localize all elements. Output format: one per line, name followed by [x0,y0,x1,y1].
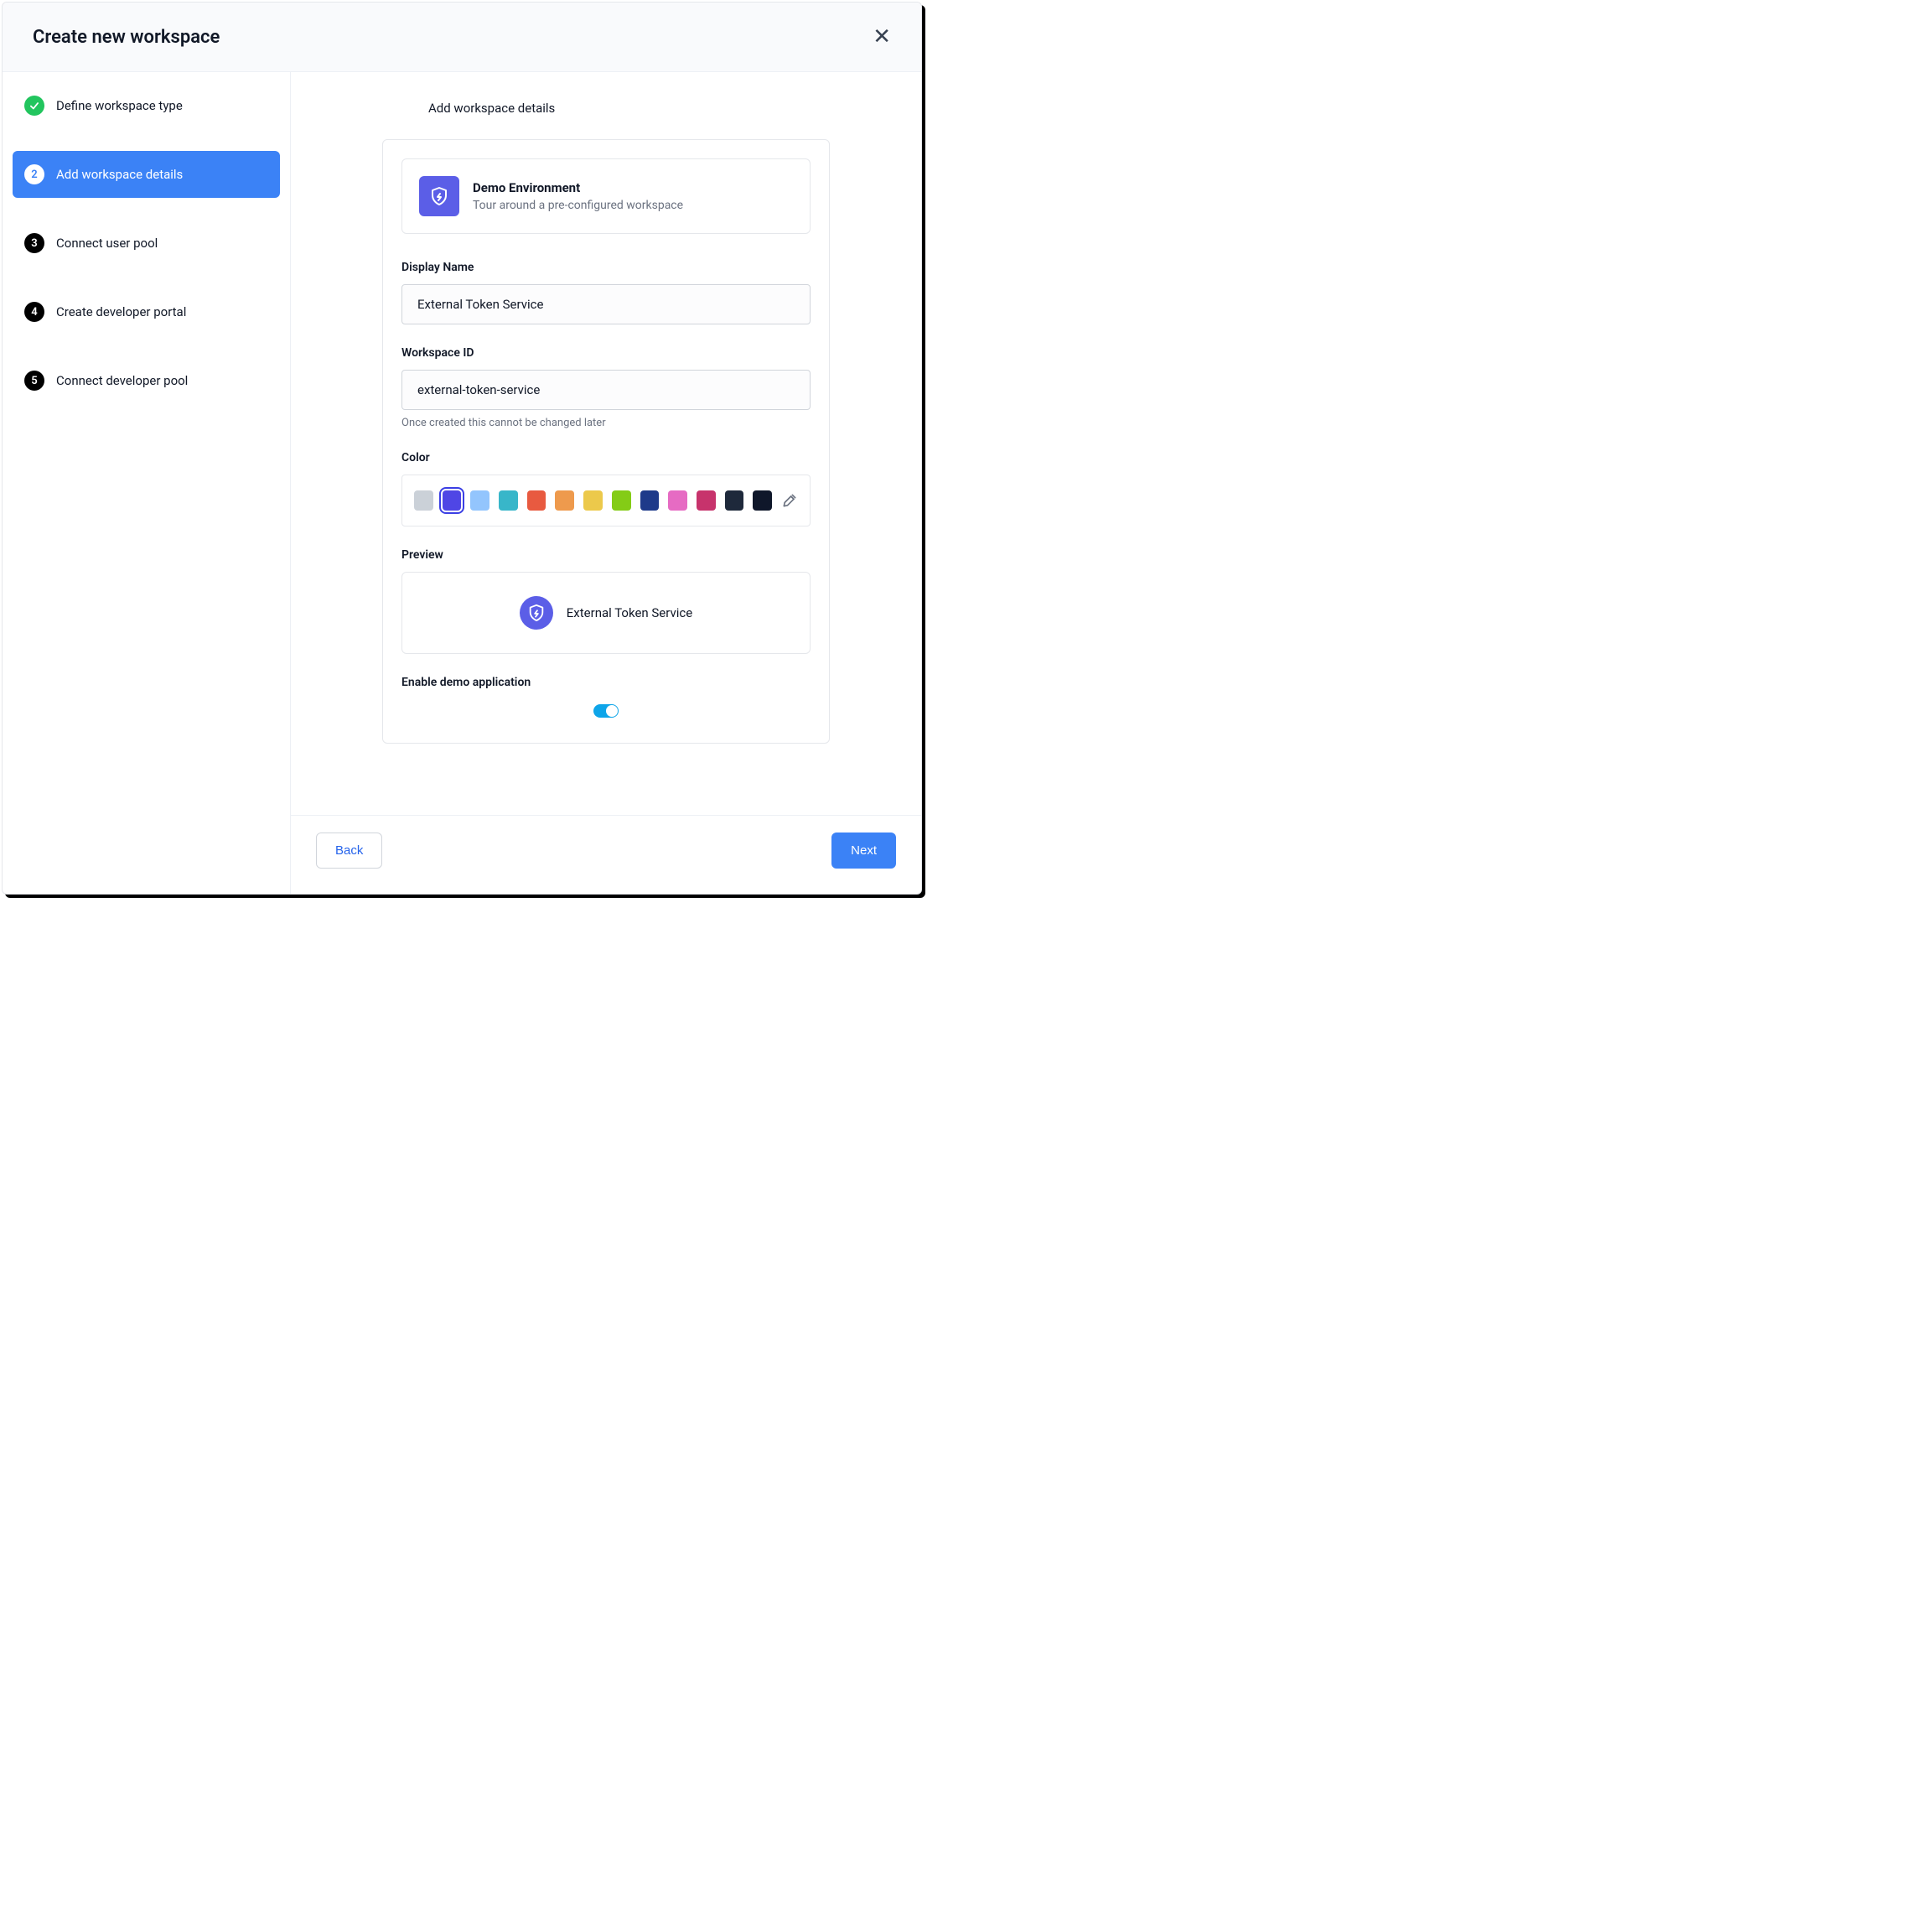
color-swatch[interactable] [555,490,574,511]
step-number-icon: 5 [24,371,44,391]
color-swatch[interactable] [443,490,462,511]
color-swatch[interactable] [725,490,744,511]
environment-title: Demo Environment [473,180,683,195]
workspace-id-input[interactable] [401,370,811,410]
display-name-input[interactable] [401,284,811,324]
wizard-step-4[interactable]: 4 Create developer portal [13,288,280,335]
wizard-step-label: Connect user pool [56,236,158,251]
preview-name: External Token Service [567,605,692,620]
wizard-step-label: Connect developer pool [56,373,188,388]
enable-demo-toggle[interactable] [593,704,619,718]
close-icon[interactable]: ✕ [873,26,891,48]
color-swatch[interactable] [668,490,687,511]
modal-header: Create new workspace ✕ [3,3,921,72]
step-number-icon: 3 [24,233,44,253]
color-swatch[interactable] [612,490,631,511]
color-swatch[interactable] [753,490,772,511]
color-swatch[interactable] [414,490,433,511]
section-title: Add workspace details [428,101,888,116]
step-number-icon: 4 [24,302,44,322]
next-button[interactable]: Next [831,833,896,869]
color-swatch[interactable] [697,490,716,511]
wizard-step-label: Define workspace type [56,98,183,113]
preview-label: Preview [401,548,811,562]
color-swatch[interactable] [499,490,518,511]
environment-subtitle: Tour around a pre-configured workspace [473,199,683,212]
shield-icon [520,596,553,630]
color-picker [401,475,811,526]
wizard-step-2[interactable]: 2 Add workspace details [13,151,280,198]
environment-card[interactable]: Demo Environment Tour around a pre-confi… [401,158,811,234]
wizard-steps-sidebar: Define workspace type 2 Add workspace deta… [3,72,291,894]
enable-demo-label: Enable demo application [401,676,811,689]
color-swatch[interactable] [583,490,603,511]
color-swatch[interactable] [640,490,660,511]
create-workspace-modal: Create new workspace ✕ Define workspace … [2,2,922,895]
wizard-step-5[interactable]: 5 Connect developer pool [13,357,280,404]
wizard-step-label: Add workspace details [56,167,183,182]
workspace-id-label: Workspace ID [401,346,811,360]
wizard-step-1[interactable]: Define workspace type [13,82,280,129]
eyedropper-icon[interactable] [781,492,798,509]
back-button[interactable]: Back [316,833,382,869]
color-label: Color [401,451,811,464]
workspace-id-helper: Once created this cannot be changed late… [401,417,811,429]
workspace-form: Demo Environment Tour around a pre-confi… [382,139,830,744]
modal-title: Create new workspace [33,27,220,48]
check-icon [24,96,44,116]
color-swatch[interactable] [470,490,489,511]
wizard-step-3[interactable]: 3 Connect user pool [13,220,280,267]
wizard-step-label: Create developer portal [56,304,186,319]
preview-box: External Token Service [401,572,811,654]
wizard-footer: Back Next [291,815,921,894]
step-number-icon: 2 [24,164,44,184]
display-name-label: Display Name [401,261,811,274]
shield-icon [419,176,459,216]
color-swatch[interactable] [527,490,546,511]
